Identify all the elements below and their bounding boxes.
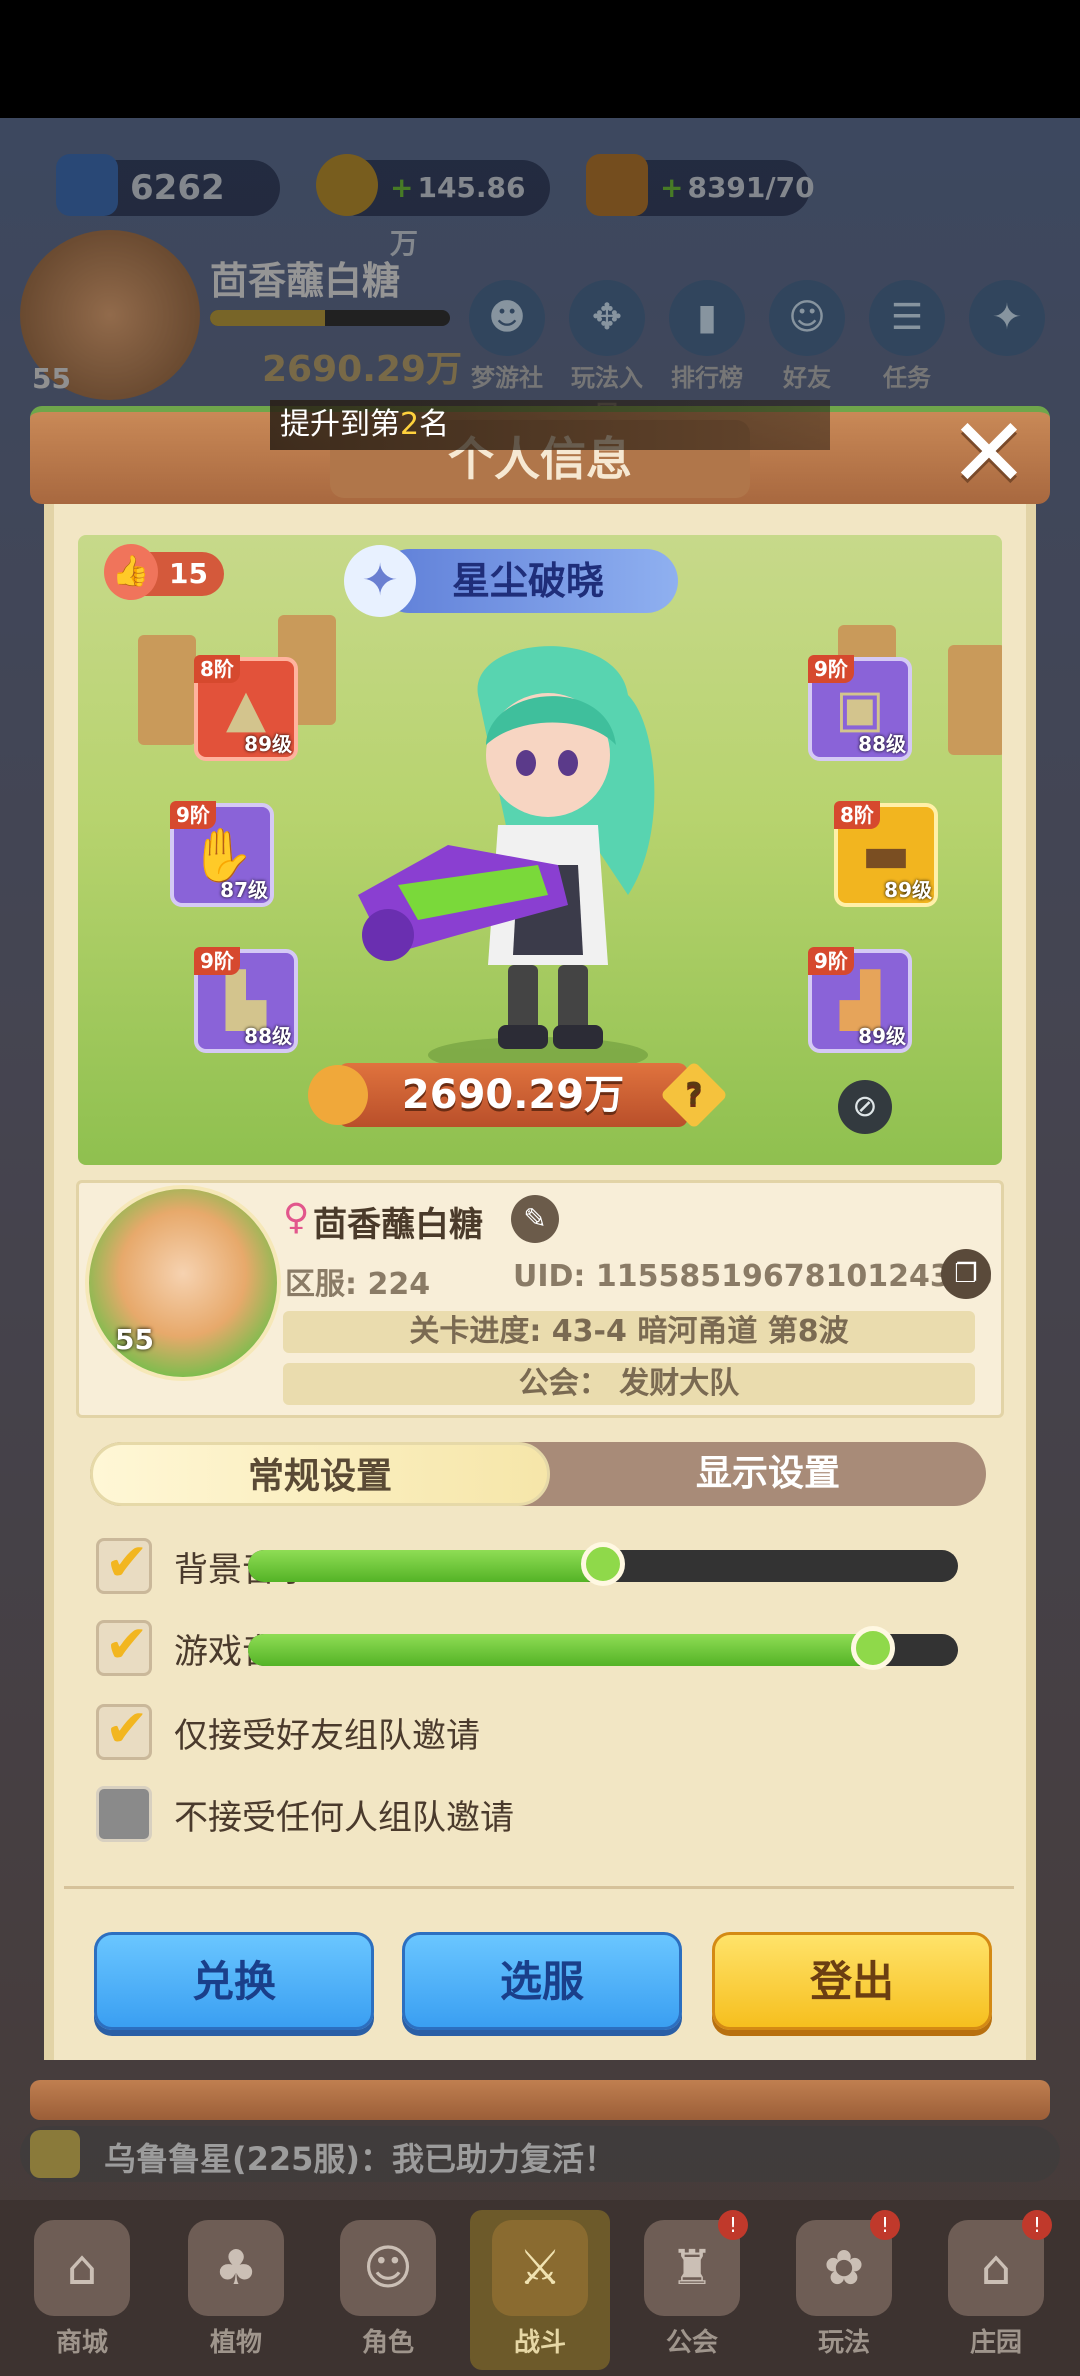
bgm-checkbox[interactable]: ✔ [96,1533,152,1594]
status-bar-area [0,0,1080,118]
nav-label: 战斗 [513,2328,566,2358]
notification-dot: ! [870,2210,900,2240]
bgm-slider-handle[interactable] [581,1542,625,1586]
equip-tier: 9阶 [808,947,854,975]
nav-manor[interactable]: ! ⌂ 庄园 [926,2210,1066,2370]
nav-label: 公会 [665,2328,718,2358]
help-button[interactable]: ? [660,1061,728,1129]
equip-level: 87级 [220,878,268,902]
combat-power-badge: 2690.29万 ? [308,1061,728,1129]
close-button[interactable]: ✕ [942,405,1036,501]
nav-character[interactable]: ☺ 角色 [318,2210,458,2370]
edit-name-icon[interactable]: ✎ [511,1195,559,1243]
nav-battle[interactable]: ⚔ 战斗 [470,2210,610,2370]
key-icon [308,1065,368,1125]
hero-character [358,646,655,1073]
character-showcase: 👍 15 ✦ 星尘破晓 ▲ 8阶 89级 ✋ 9阶 87级 ▙ 9阶 88级 ▣ 9阶 88级 … [78,535,1002,1165]
nav-label: 商城 [55,2328,108,2358]
shop-icon: ⌂ [34,2220,130,2316]
female-icon: ♀ [283,1197,310,1238]
checkmark-icon: ✔ [105,1533,149,1593]
logout-button[interactable]: 登出 [712,1932,992,2030]
equip-level: 89级 [884,878,932,902]
friends-only-checkbox[interactable]: ✔ [96,1699,152,1760]
equip-tier: 9阶 [808,655,854,683]
guild-name: 公会： 发财大队 [283,1363,975,1405]
nav-gameplay[interactable]: ! ✿ 玩法 [774,2210,914,2370]
equipment-slot-hat[interactable]: ▲ 8阶 89级 [194,655,298,761]
equip-level: 88级 [858,732,906,756]
copy-uid-icon[interactable]: ❐ [941,1249,991,1299]
equip-level: 89级 [858,1024,906,1048]
hide-eye-icon[interactable]: ⊘ [838,1080,892,1134]
equipment-slot-gloves[interactable]: ✋ 9阶 87级 [170,801,274,907]
likes-value: 15 [169,557,208,590]
equip-level: 89级 [244,732,292,756]
nav-guild[interactable]: ! ♜ 公会 [622,2210,762,2370]
toast-rank: 2 [400,407,420,442]
nav-label: 庄园 [969,2328,1022,2358]
friends-only-label: 仅接受好友组队邀请 [174,1716,480,1756]
checkmark-icon: ✔ [105,1615,149,1675]
checkmark-icon: ✔ [105,1699,149,1759]
sfx-checkbox[interactable]: ✔ [96,1615,152,1676]
reject-all-label: 不接受任何人组队邀请 [174,1798,514,1838]
equip-tier: 9阶 [170,801,216,829]
settings-tabs: 常规设置 显示设置 [90,1442,986,1506]
bgm-volume-slider[interactable] [248,1542,958,1586]
sfx-slider-handle[interactable] [850,1626,895,1670]
stage-progress: 关卡进度: 43-4 暗河甬道 第8波 [283,1311,975,1353]
tab-general-settings[interactable]: 常规设置 [90,1442,550,1506]
bottom-nav: ⌂ 商城 ♣ 植物 ☺ 角色 ⚔ 战斗 ! ♜ 公会 ! ✿ 玩法 ! ⌂ 庄园 [0,2200,1080,2376]
profile-info-card: 55 ♀ 茴香蘸白糖 ✎ 区服: 224 UID: 11558519678101… [76,1180,1004,1418]
plant-icon: ♣ [188,2220,284,2316]
combat-power-value: 2690.29万 [401,1072,625,1118]
thumbs-up-icon: 👍 [104,544,158,600]
nav-plants[interactable]: ♣ 植物 [166,2210,306,2370]
profile-uid: UID: 1155851967810124366 [513,1259,993,1294]
chat-message: 乌鲁鲁星(225服)：我已助力复活！ [104,2140,617,2178]
equip-tier: 8阶 [834,801,880,829]
sfx-slider-fill [248,1634,873,1666]
toast-prefix: 提升到第 [280,407,400,442]
equip-tier: 9阶 [194,947,240,975]
notification-dot: ! [718,2210,748,2240]
star-icon: ✦ [344,545,416,617]
equip-tier: 8阶 [194,655,240,683]
chat-icon [30,2130,80,2178]
crossed-swords-icon: ⚔ [492,2220,588,2316]
modal-footer-wood [30,2080,1050,2120]
skin-name-banner: ✦ 星尘破晓 [344,545,678,617]
equipment-slot-belt[interactable]: ▬ 8阶 89级 [834,801,938,907]
profile-level: 55 [115,1323,154,1356]
nav-shop[interactable]: ⌂ 商城 [12,2210,152,2370]
notification-dot: ! [1022,2210,1052,2240]
reject-all-checkbox[interactable] [96,1786,152,1842]
select-server-button[interactable]: 选服 [402,1932,682,2030]
bgm-slider-fill [248,1550,603,1582]
equipment-slot-boots[interactable]: ▟ 9阶 89级 [808,947,912,1053]
rank-toast: 提升到第2名 [270,400,830,450]
skin-name: 星尘破晓 [451,559,604,603]
profile-server: 区服: 224 [285,1267,431,1302]
nav-label: 角色 [361,2328,414,2358]
sfx-volume-slider[interactable] [248,1626,958,1670]
divider [64,1886,1014,1889]
toast-suffix: 名 [419,407,450,442]
chat-ticker[interactable]: 乌鲁鲁星(225服)：我已助力复活！ [20,2126,1060,2182]
profile-name: 茴香蘸白糖 [313,1205,483,1245]
redeem-button[interactable]: 兑换 [94,1932,374,2030]
nav-label: 植物 [209,2328,262,2358]
equipment-slot-armor[interactable]: ▣ 9阶 88级 [808,655,912,761]
character-icon: ☺ [340,2220,436,2316]
likes-counter[interactable]: 👍 15 [104,544,224,600]
equip-level: 88级 [244,1024,292,1048]
equipment-slot-pants[interactable]: ▙ 9阶 88级 [194,947,298,1053]
nav-label: 玩法 [817,2328,870,2358]
tab-display-settings[interactable]: 显示设置 [550,1442,986,1506]
